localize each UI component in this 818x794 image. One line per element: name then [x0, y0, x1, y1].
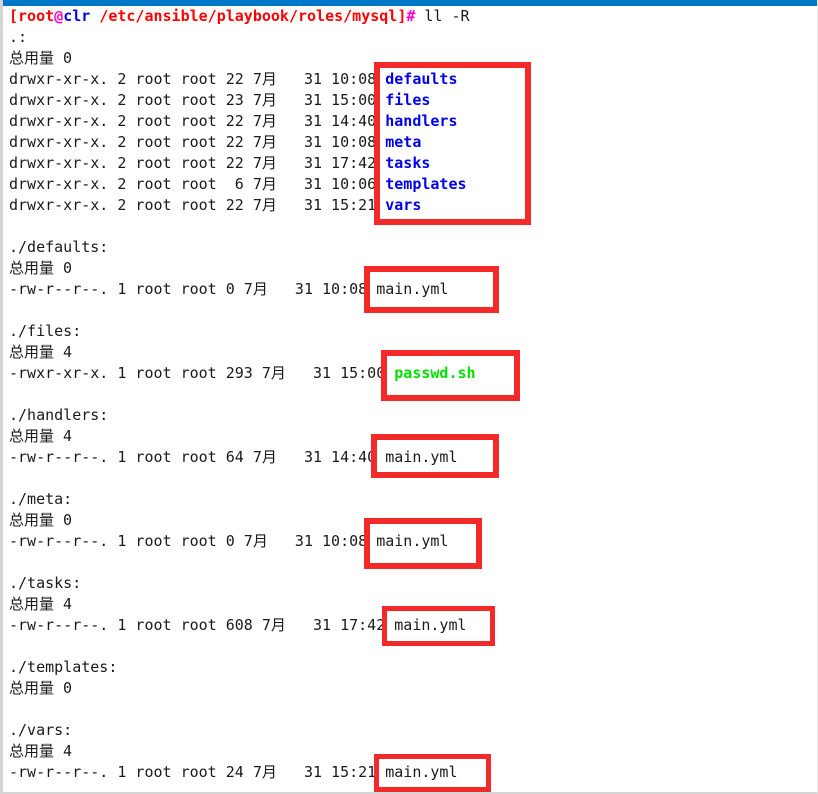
root-row-templates: drwxr-xr-x. 2 root root 6 7月 31 10:06 te… — [9, 174, 817, 195]
listing-metadata: -rw-r--r--. 1 root root 24 7月 31 15:21 — [9, 763, 386, 781]
blank-4 — [9, 468, 817, 489]
prompt-right-bracket: ] — [397, 7, 407, 25]
files-row: -rwxr-xr-x. 1 root root 293 7月 31 15:00 … — [9, 363, 817, 384]
listing-metadata: -rw-r--r--. 1 root root 64 7月 31 14:40 — [9, 448, 386, 466]
prompt-username: root — [18, 7, 55, 25]
listing-entry-name[interactable]: defaults — [385, 70, 457, 88]
root-row-defaults: drwxr-xr-x. 2 root root 22 7月 31 10:08 d… — [9, 69, 817, 90]
listing-entry-name[interactable]: main.yml — [385, 763, 457, 781]
typed-command: ll -R — [415, 7, 470, 25]
listing-entry-name[interactable]: handlers — [385, 112, 457, 130]
vars-header: ./vars: — [9, 721, 73, 739]
meta-total: 总用量 0 — [9, 511, 73, 529]
root-row-handlers: drwxr-xr-x. 2 root root 22 7月 31 14:40 h… — [9, 111, 817, 132]
templates-total: 总用量 0 — [9, 679, 73, 697]
listing-metadata: -rwxr-xr-x. 1 root root 293 7月 31 15:00 — [9, 364, 395, 382]
listing-entry-name[interactable]: files — [385, 91, 430, 109]
vars-total: 总用量 4 — [9, 742, 73, 760]
meta-row: -rw-r--r--. 1 root root 0 7月 31 10:08 ma… — [9, 531, 817, 552]
blank-5 — [9, 552, 817, 573]
listing-metadata: drwxr-xr-x. 2 root root 6 7月 31 10:06 — [9, 175, 386, 193]
listing-metadata: -rw-r--r--. 1 root root 608 7月 31 17:42 — [9, 616, 395, 634]
prompt-at-sign: @ — [54, 7, 64, 25]
listing-entry-name[interactable]: main.yml — [385, 448, 457, 466]
listing-entry-name[interactable]: vars — [385, 196, 421, 214]
root-row-vars: drwxr-xr-x. 2 root root 22 7月 31 15:21 v… — [9, 195, 817, 216]
handlers-row: -rw-r--r--. 1 root root 64 7月 31 14:40 m… — [9, 447, 817, 468]
listing-metadata: -rw-r--r--. 1 root root 0 7月 31 10:08 — [9, 532, 377, 550]
listing-metadata: drwxr-xr-x. 2 root root 23 7月 31 15:00 — [9, 91, 386, 109]
listing-metadata: drwxr-xr-x. 2 root root 22 7月 31 10:08 — [9, 70, 386, 88]
listing-entry-name[interactable]: main.yml — [394, 616, 466, 634]
defaults-header: ./defaults: — [9, 238, 109, 256]
blank-2 — [9, 300, 817, 321]
defaults-total: 总用量 0 — [9, 259, 73, 277]
listing-metadata: drwxr-xr-x. 2 root root 22 7月 31 17:42 — [9, 154, 386, 172]
listing-entry-name[interactable]: tasks — [385, 154, 430, 172]
meta-header: ./meta: — [9, 490, 73, 508]
listing-metadata: drwxr-xr-x. 2 root root 22 7月 31 14:40 — [9, 112, 386, 130]
blank-6 — [9, 636, 817, 657]
prompt-hostname: clr — [63, 7, 91, 25]
listing-entry-name[interactable]: main.yml — [376, 280, 448, 298]
prompt-left-bracket: [ — [9, 7, 19, 25]
prompt-working-path: /etc/ansible/playbook/roles/mysql — [99, 7, 398, 25]
templates-header: ./templates: — [9, 658, 118, 676]
root-row-meta: drwxr-xr-x. 2 root root 22 7月 31 10:08 m… — [9, 132, 817, 153]
tasks-header: ./tasks: — [9, 574, 82, 592]
root-row-tasks: drwxr-xr-x. 2 root root 22 7月 31 17:42 t… — [9, 153, 817, 174]
blank-3 — [9, 384, 817, 405]
listing-entry-name[interactable]: templates — [385, 175, 466, 193]
listing-entry-name[interactable]: passwd.sh — [394, 364, 475, 382]
listing-metadata: -rw-r--r--. 1 root root 0 7月 31 10:08 — [9, 280, 377, 298]
listing-entry-name[interactable]: main.yml — [376, 532, 448, 550]
root-header: .: — [9, 28, 28, 46]
listing-metadata: drwxr-xr-x. 2 root root 22 7月 31 15:21 — [9, 196, 386, 214]
files-header: ./files: — [9, 322, 82, 340]
terminal-window[interactable]: [root@clr /etc/ansible/playbook/roles/my… — [0, 0, 818, 794]
listing-lines: .: 总用量 0 drwxr-xr-x. 2 root root 22 7月 31 … — [9, 27, 817, 783]
handlers-header: ./handlers: — [9, 406, 109, 424]
shell-prompt-line: [root@clr /etc/ansible/playbook/roles/my… — [9, 6, 817, 27]
terminal-output-area[interactable]: [root@clr /etc/ansible/playbook/roles/my… — [3, 6, 817, 783]
tasks-row: -rw-r--r--. 1 root root 608 7月 31 17:42 … — [9, 615, 817, 636]
blank-7 — [9, 699, 817, 720]
root-row-files: drwxr-xr-x. 2 root root 23 7月 31 15:00 f… — [9, 90, 817, 111]
vars-row: -rw-r--r--. 1 root root 24 7月 31 15:21 m… — [9, 762, 817, 783]
listing-metadata: drwxr-xr-x. 2 root root 22 7月 31 10:08 — [9, 133, 386, 151]
defaults-row: -rw-r--r--. 1 root root 0 7月 31 10:08 ma… — [9, 279, 817, 300]
tasks-total: 总用量 4 — [9, 595, 73, 613]
files-total: 总用量 4 — [9, 343, 73, 361]
blank-1 — [9, 216, 817, 237]
handlers-total: 总用量 4 — [9, 427, 73, 445]
root-total: 总用量 0 — [9, 49, 73, 67]
listing-entry-name[interactable]: meta — [385, 133, 421, 151]
